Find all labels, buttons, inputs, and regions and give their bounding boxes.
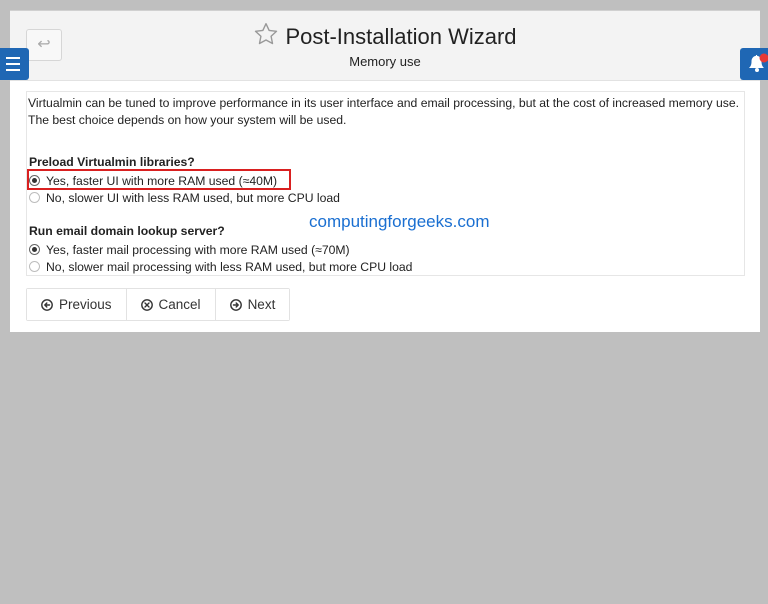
radio-label: No, slower UI with less RAM used, but mo… bbox=[46, 191, 340, 205]
radio-button-selected[interactable] bbox=[29, 244, 40, 255]
wizard-panel: ↩ Post-Installation Wizard Memory use Vi… bbox=[10, 10, 760, 332]
page-title: Post-Installation Wizard bbox=[285, 24, 517, 49]
watermark-text: computingforgeeks.com bbox=[309, 212, 490, 231]
question-preload-libraries: Preload Virtualmin libraries? bbox=[29, 155, 195, 169]
radio-button[interactable] bbox=[29, 192, 40, 203]
question-email-lookup: Run email domain lookup server? bbox=[29, 224, 225, 238]
wizard-buttons: Previous Cancel Next bbox=[26, 288, 291, 321]
next-button[interactable]: Next bbox=[215, 289, 290, 320]
next-label: Next bbox=[247, 297, 276, 312]
radio-email-yes[interactable]: Yes, faster mail processing with more RA… bbox=[29, 242, 350, 258]
bell-glyph bbox=[749, 53, 768, 72]
radio-preload-no[interactable]: No, slower UI with less RAM used, but mo… bbox=[29, 190, 340, 206]
cancel-label: Cancel bbox=[158, 297, 201, 312]
radio-label: No, slower mail processing with less RAM… bbox=[46, 260, 413, 274]
arrow-right-circle-icon bbox=[229, 298, 242, 311]
menu-icon[interactable] bbox=[0, 48, 29, 80]
radio-email-no[interactable]: No, slower mail processing with less RAM… bbox=[29, 259, 412, 275]
intro-text: Virtualmin can be tuned to improve perfo… bbox=[28, 96, 740, 127]
star-icon[interactable] bbox=[253, 21, 279, 47]
arrow-left-circle-icon bbox=[41, 298, 53, 311]
title-row: Post-Installation Wizard bbox=[10, 21, 760, 50]
cancel-button[interactable]: Cancel bbox=[126, 289, 216, 320]
cancel-circle-icon bbox=[140, 298, 153, 311]
wizard-header: ↩ Post-Installation Wizard Memory use bbox=[10, 11, 760, 81]
radio-label: Yes, faster mail processing with more RA… bbox=[46, 243, 350, 257]
bell-icon[interactable] bbox=[740, 48, 768, 80]
previous-label: Previous bbox=[59, 297, 112, 312]
highlight-box bbox=[27, 169, 291, 190]
wizard-form: Virtualmin can be tuned to improve perfo… bbox=[26, 91, 745, 276]
radio-button[interactable] bbox=[29, 261, 40, 272]
previous-button[interactable]: Previous bbox=[27, 289, 127, 320]
page-subtitle: Memory use bbox=[349, 54, 421, 69]
